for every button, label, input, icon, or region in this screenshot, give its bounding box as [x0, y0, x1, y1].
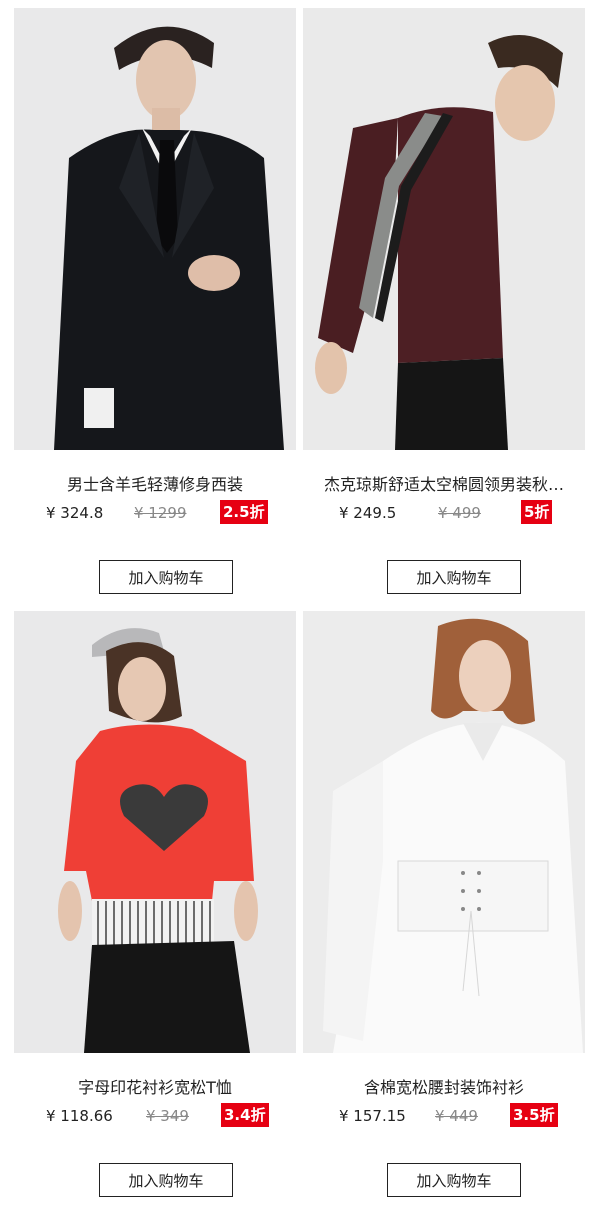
original-price: ¥ 1299	[134, 504, 187, 522]
price-row: ¥ 249.5 ¥ 499 5折	[303, 500, 585, 526]
discount-badge: 5折	[521, 500, 553, 524]
product-card[interactable]: 男士含羊毛轻薄修身西装 ¥ 324.8 ¥ 1299 2.5折 加入购物车	[14, 8, 303, 598]
add-to-cart-button[interactable]: 加入购物车	[99, 560, 233, 594]
original-price: ¥ 499	[438, 504, 481, 522]
sale-price: ¥ 249.5	[339, 504, 397, 522]
product-image[interactable]	[14, 8, 296, 450]
original-price: ¥ 349	[146, 1107, 189, 1125]
product-name[interactable]: 字母印花衬衫宽松T恤	[14, 1077, 296, 1099]
product-card[interactable]: 字母印花衬衫宽松T恤 ¥ 118.66 ¥ 349 3.4折 加入购物车	[14, 611, 303, 1201]
product-image[interactable]	[303, 611, 585, 1053]
discount-badge: 3.5折	[510, 1103, 558, 1127]
product-image[interactable]	[303, 8, 585, 450]
product-grid: 男士含羊毛轻薄修身西装 ¥ 324.8 ¥ 1299 2.5折 加入购物车 杰克…	[0, 0, 600, 1209]
product-name[interactable]: 男士含羊毛轻薄修身西装	[14, 474, 296, 496]
sale-price: ¥ 157.15	[339, 1107, 406, 1125]
product-card[interactable]: 含棉宽松腰封装饰衬衫 ¥ 157.15 ¥ 449 3.5折 加入购物车	[303, 611, 592, 1201]
price-row: ¥ 324.8 ¥ 1299 2.5折	[14, 500, 296, 526]
woman-red-love-tshirt-photo	[14, 611, 296, 1053]
sale-price: ¥ 118.66	[46, 1107, 113, 1125]
original-price: ¥ 449	[435, 1107, 478, 1125]
price-row: ¥ 118.66 ¥ 349 3.4折	[14, 1103, 296, 1129]
product-name[interactable]: 杰克琼斯舒适太空棉圆领男装秋…	[303, 474, 585, 496]
add-to-cart-button[interactable]: 加入购物车	[387, 560, 521, 594]
man-black-suit-photo	[14, 8, 296, 450]
woman-white-shirt-photo	[303, 611, 585, 1053]
price-row: ¥ 157.15 ¥ 449 3.5折	[303, 1103, 585, 1129]
product-image[interactable]	[14, 611, 296, 1053]
sale-price: ¥ 324.8	[46, 504, 104, 522]
product-name[interactable]: 含棉宽松腰封装饰衬衫	[303, 1077, 585, 1099]
discount-badge: 3.4折	[221, 1103, 269, 1127]
add-to-cart-button[interactable]: 加入购物车	[387, 1163, 521, 1197]
add-to-cart-button[interactable]: 加入购物车	[99, 1163, 233, 1197]
product-card[interactable]: 杰克琼斯舒适太空棉圆领男装秋… ¥ 249.5 ¥ 499 5折 加入购物车	[303, 8, 592, 598]
man-burgundy-sweater-photo	[303, 8, 585, 450]
discount-badge: 2.5折	[220, 500, 268, 524]
